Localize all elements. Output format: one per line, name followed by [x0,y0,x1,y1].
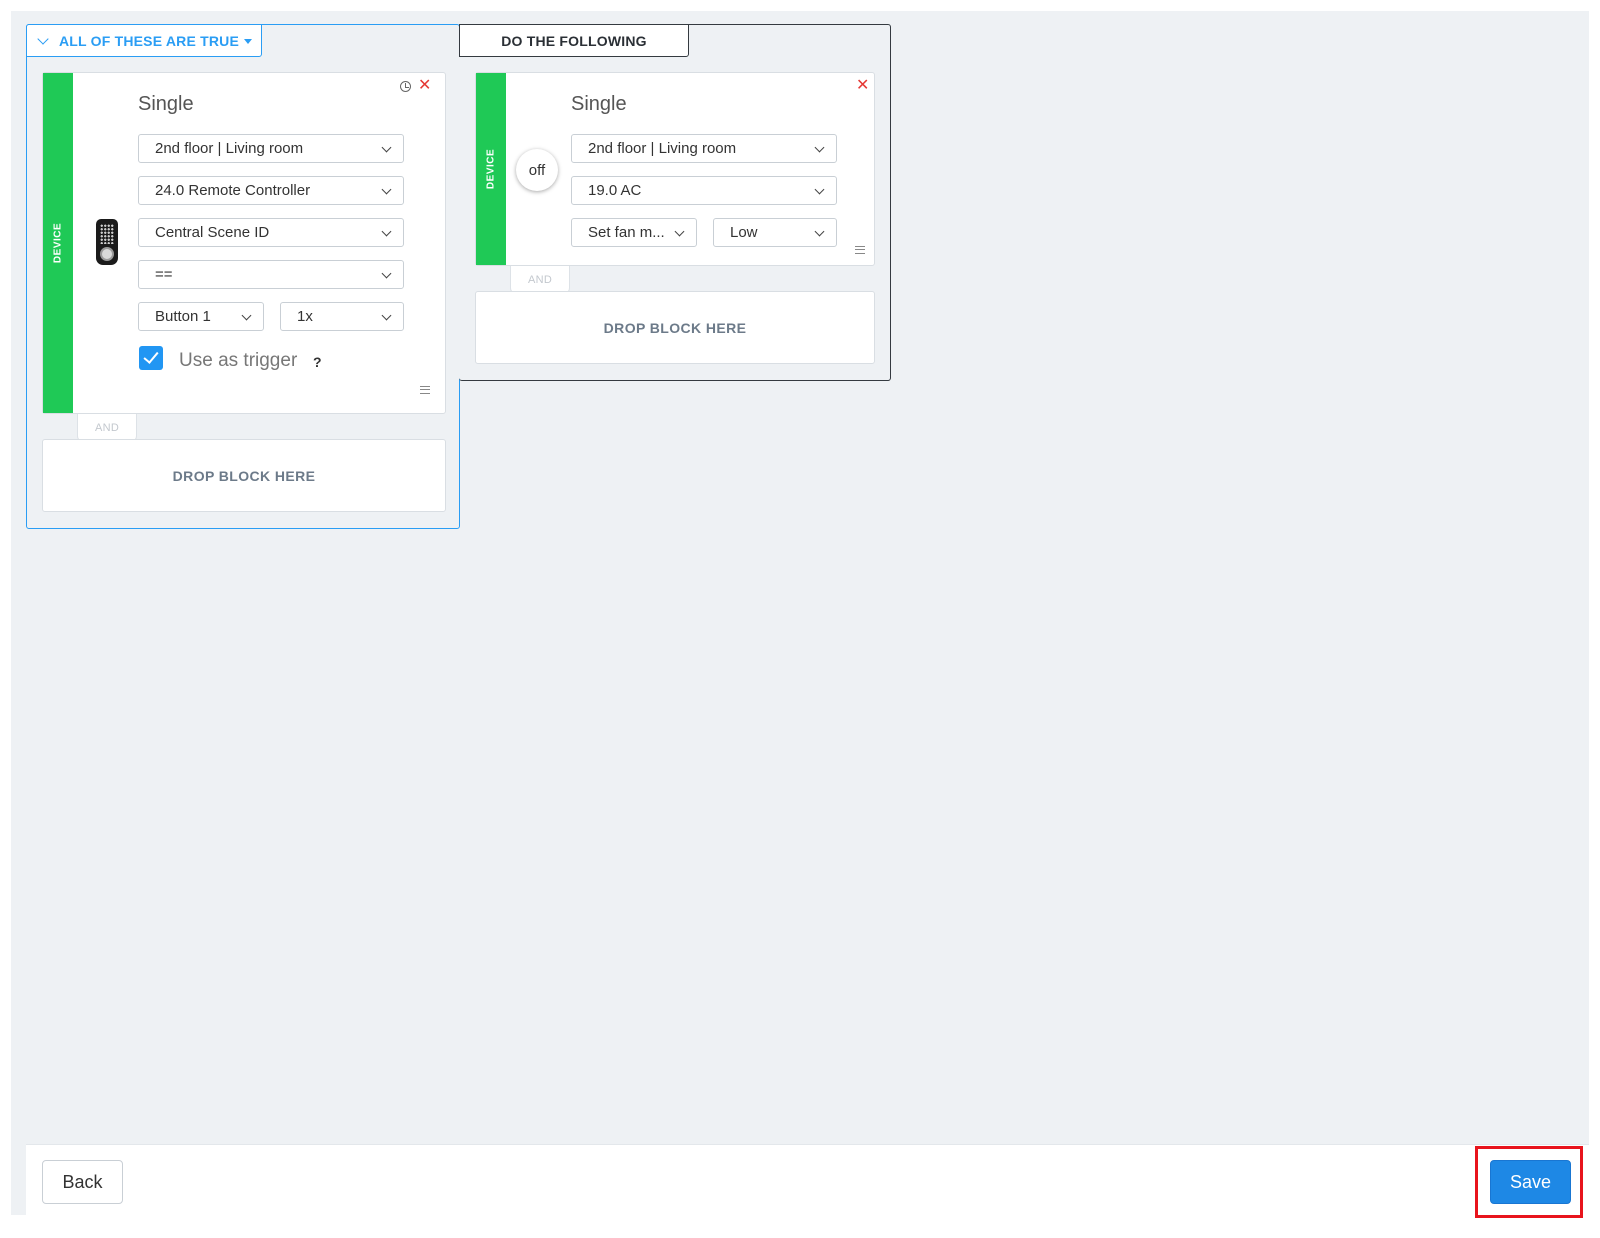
conditions-drop-zone[interactable]: DROP BLOCK HERE [42,439,446,512]
drag-handle-icon[interactable] [855,246,865,254]
property-select[interactable]: Central Scene ID [138,218,404,247]
room-select[interactable]: 2nd floor | Living room [138,134,404,163]
and-connector: AND [77,414,137,442]
condition-device-block[interactable]: DEVICE Single ✕ 2nd floor | Living room … [42,72,446,414]
value-select[interactable]: Low [713,218,837,247]
caret-down-icon [244,38,252,44]
chevron-down-icon [814,142,825,153]
device-strip-label: DEVICE [52,222,64,264]
chevron-down-icon [381,142,392,153]
press-count-select[interactable]: 1x [280,302,404,331]
device-select-value: 19.0 AC [588,182,642,199]
room-select[interactable]: 2nd floor | Living room [571,134,837,163]
room-select-value: 2nd floor | Living room [155,140,304,157]
actions-header: DO THE FOLLOWING [459,24,689,57]
button-select[interactable]: Button 1 [138,302,264,331]
and-connector: AND [510,266,570,294]
collapse-chevron-icon[interactable] [37,32,49,45]
device-select[interactable]: 19.0 AC [571,176,837,205]
clock-icon[interactable] [400,81,411,92]
conditions-mode-label: ALL OF THESE ARE TRUE [59,32,239,49]
footer-bar [26,1144,1589,1215]
chevron-down-icon [814,184,825,195]
block-title: Single [138,93,194,115]
help-icon[interactable]: ? [313,354,322,370]
save-highlight-box [1475,1146,1583,1218]
actions-drop-zone[interactable]: DROP BLOCK HERE [475,291,875,364]
close-icon[interactable]: ✕ [418,78,431,94]
use-as-trigger-checkbox[interactable] [139,346,163,370]
device-select[interactable]: 24.0 Remote Controller [138,176,404,205]
action-device-block[interactable]: DEVICE Single ✕ off 2nd floor | Living r… [475,72,875,266]
action-select[interactable]: Set fan m... [571,218,697,247]
device-strip: DEVICE [476,73,506,265]
drag-handle-icon[interactable] [420,386,430,394]
chevron-down-icon [381,268,392,279]
button-select-value: Button 1 [155,308,211,325]
value-select-value: Low [730,224,758,241]
property-select-value: Central Scene ID [155,224,270,241]
chevron-down-icon [381,310,392,321]
room-select-value: 2nd floor | Living room [588,140,737,157]
chevron-down-icon [814,226,825,237]
chevron-down-icon [674,226,685,237]
power-state-toggle[interactable]: off [516,149,558,191]
chevron-down-icon [381,226,392,237]
device-strip: DEVICE [43,73,73,413]
device-strip-label: DEVICE [485,148,497,190]
use-as-trigger-label: Use as trigger [179,350,298,371]
back-button[interactable]: Back [42,1160,123,1204]
conditions-mode-dropdown[interactable]: ALL OF THESE ARE TRUE [26,24,262,57]
operator-select-value: == [155,266,173,283]
press-count-value: 1x [297,308,313,325]
device-select-value: 24.0 Remote Controller [155,182,311,199]
chevron-down-icon [381,184,392,195]
action-select-value: Set fan m... [588,224,665,241]
chevron-down-icon [241,310,252,321]
block-title: Single [571,93,627,115]
close-icon[interactable]: ✕ [856,78,869,94]
operator-select[interactable]: == [138,260,404,289]
remote-control-icon [96,219,118,265]
